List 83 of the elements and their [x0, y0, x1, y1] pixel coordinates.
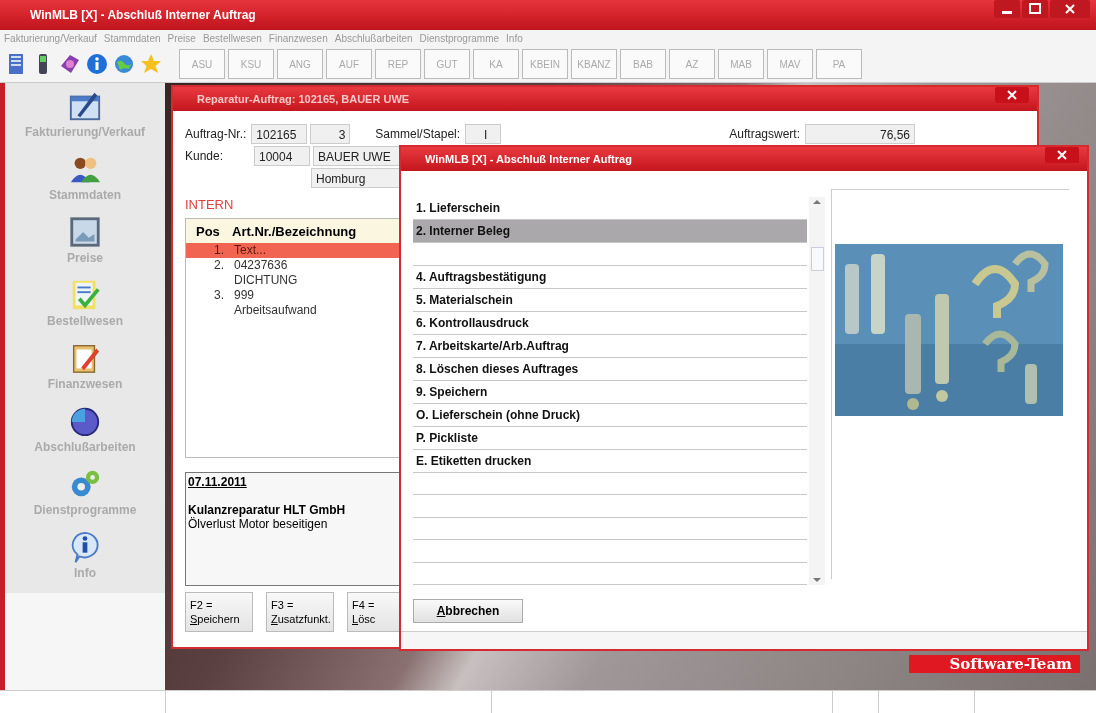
toolbar-button[interactable]: KBANZ [571, 49, 617, 79]
field-label: Kunde: [185, 149, 225, 163]
function-key-button[interactable]: F2 = Speichern [185, 592, 253, 632]
option-item[interactable]: 8. Löschen dieses Auftrages [413, 357, 807, 381]
table-cell: Text... [234, 243, 266, 258]
option-item[interactable]: 9. Speichern [413, 380, 807, 404]
menu-item[interactable]: Info [506, 32, 523, 44]
field-label: Auftrag-Nr.: [185, 127, 247, 141]
sidebar-item[interactable]: Finanzwesen [47, 377, 123, 391]
window-title: WinMLB [X] - Abschluß Interner Auftrag [30, 8, 256, 22]
toolbar-button[interactable]: AZ [669, 49, 715, 79]
cancel-button[interactable]: Abbrechen [413, 599, 523, 623]
table-cell: Arbeitsaufwand [234, 303, 317, 318]
scrollbar[interactable] [809, 197, 825, 585]
table-cell-text: 1. [213, 243, 225, 258]
toolbar-button[interactable]: KA [473, 49, 519, 79]
menu-item[interactable]: Dienstprogramme [419, 32, 500, 44]
table-cell-text: 04237636 [234, 258, 289, 273]
field-label: Sammel/Stapel: [375, 127, 461, 141]
sidebar-item[interactable]: Dienstprogramme [33, 503, 137, 517]
menu-item[interactable]: Fakturierung/Verkauf [4, 32, 97, 44]
menu-item[interactable]: Bestellwesen [202, 32, 262, 44]
customer-number-field[interactable]: 10004 [254, 146, 310, 166]
function-key-button[interactable]: F3 = Zusatzfunkt. [266, 592, 334, 632]
star-icon[interactable] [139, 52, 163, 76]
batch-field[interactable]: I [465, 124, 502, 144]
sidebar-item[interactable]: Bestellwesen [46, 314, 123, 328]
scroll-down-icon[interactable] [812, 577, 822, 583]
frame-icon[interactable] [68, 215, 102, 249]
toolbar-button[interactable]: ANG [277, 49, 323, 79]
sidebar-item[interactable]: Abschlußarbeiten [34, 440, 136, 454]
scroll-thumb[interactable] [811, 247, 824, 271]
note-heading: Kulanzreparatur HLT GmbH [188, 503, 347, 517]
menu-item[interactable]: Stammdaten [103, 32, 161, 44]
minimize-icon[interactable] [994, 0, 1020, 18]
toolbar-button[interactable]: KSU [228, 49, 274, 79]
table-cell: DICHTUNG [234, 273, 298, 288]
menu-item[interactable]: Finanzwesen [268, 32, 328, 44]
sidebar-item[interactable]: Info [74, 566, 96, 580]
option-item[interactable]: 4. Auftragsbestätigung [413, 265, 807, 289]
toolbar-button[interactable]: ASU [179, 49, 225, 79]
note-text: Ölverlust Motor beseitigen [188, 517, 329, 531]
close-icon[interactable] [995, 87, 1029, 103]
toolbar-button[interactable]: PA [816, 49, 862, 79]
toolbar-button[interactable]: MAV [767, 49, 813, 79]
option-item[interactable]: 5. Materialschein [413, 288, 807, 312]
table-cell-text: 3. [213, 288, 225, 304]
option-item[interactable]: O. Lieferschein (ohne Druck) [413, 403, 807, 427]
section-label: INTERN [185, 197, 234, 212]
toolbar-button[interactable]: REP [375, 49, 421, 79]
order-sub-field[interactable]: 3 [310, 124, 351, 144]
window-title: WinMLB [X] - Abschluß Interner Auftrag [425, 153, 632, 165]
menu-item[interactable]: Abschlußarbeiten [334, 32, 413, 44]
option-item[interactable]: P. Pickliste [413, 426, 807, 450]
table-cell-text: 999 [234, 288, 256, 303]
note-date: 07.11.2011 [188, 475, 248, 489]
field-label: Auftragswert: [729, 127, 800, 141]
column-header: Pos [195, 223, 221, 239]
close-icon[interactable] [1045, 147, 1079, 163]
toolbar-button[interactable]: AUF [326, 49, 372, 79]
column-header: Art.Nr./Bezeichnung [232, 223, 357, 239]
option-item[interactable]: 2. Interner Beleg [413, 220, 807, 243]
order-value-field[interactable]: 76,56 [805, 124, 915, 144]
sidebar-item[interactable]: Preise [67, 251, 103, 265]
option-item[interactable]: 7. Arbeitskarte/Arb.Auftrag [413, 334, 807, 358]
order-number-field[interactable]: 102165 [251, 124, 308, 144]
close-icon[interactable] [1050, 0, 1090, 18]
option-item[interactable]: E. Etiketten drucken [413, 449, 807, 473]
menu-item[interactable]: Preise [167, 32, 196, 44]
toolbar-button[interactable]: KBEIN [522, 49, 568, 79]
globe-icon[interactable] [112, 52, 136, 76]
table-cell-text: 2. [213, 258, 225, 274]
toolbar-button[interactable]: MAB [718, 49, 764, 79]
toolbar-button[interactable]: GUT [424, 49, 470, 79]
window-title: Reparatur-Auftrag: 102165, BAUER UWE [197, 93, 410, 105]
option-item[interactable]: 6. Kontrollausdruck [413, 311, 807, 335]
logo: Software-Team [909, 655, 1080, 673]
scroll-up-icon[interactable] [812, 199, 822, 205]
info-icon[interactable] [85, 52, 109, 76]
sidebar-item[interactable]: Stammdaten [49, 188, 121, 202]
maximize-icon[interactable] [1022, 0, 1048, 18]
sidebar-item[interactable]: Fakturierung/Verkauf [24, 125, 145, 139]
toolbar-button[interactable]: BAB [620, 49, 666, 79]
